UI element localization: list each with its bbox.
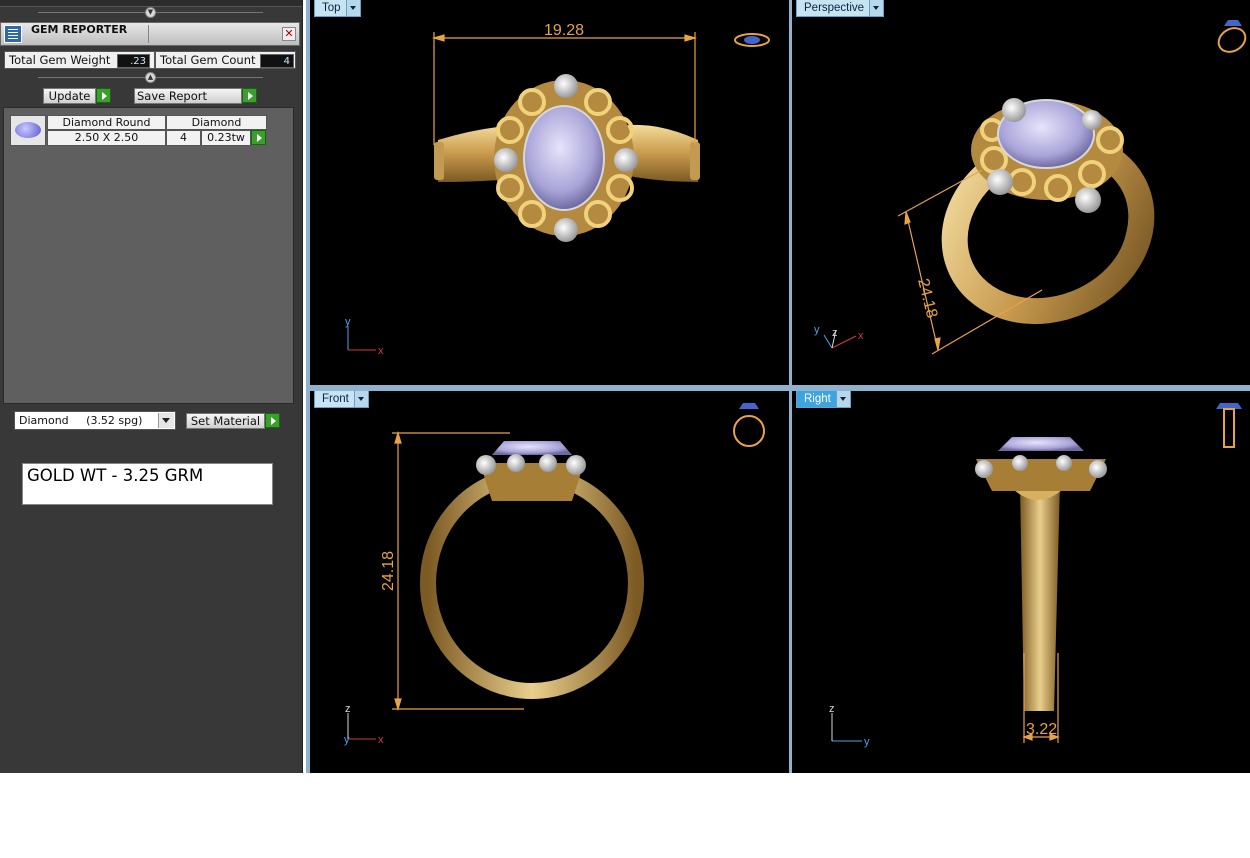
side-diamond [1075,187,1101,213]
viewport-tab-top[interactable]: Top [314,0,361,17]
axis-z-label: z [829,703,835,715]
right-dimension-label: 3.22 [1026,721,1057,738]
view-cube-icon[interactable] [733,415,765,447]
panel-title: GEM REPORTER [31,23,128,36]
save-report-run-icon[interactable] [242,88,257,103]
axis-y-label: y [344,734,350,746]
center-gem [492,441,572,455]
viewport-tab-right[interactable]: Right [796,391,851,408]
set-material-run-icon[interactable] [265,413,280,428]
side-diamond [1056,455,1072,471]
side-diamond [975,460,993,478]
center-gem [523,105,605,211]
titlebar-divider [148,25,149,43]
collapse-up-icon[interactable]: ▲ [145,72,156,83]
viewport-title: Top [322,2,341,14]
top-view-canvas: 19.28 x y [345,22,770,357]
side-diamond [1002,98,1026,122]
chevron-down-icon[interactable] [353,391,368,407]
collapse-down-icon[interactable]: ▼ [145,7,156,18]
viewport-tab-perspective[interactable]: Perspective [796,0,885,17]
side-diamond [554,74,578,98]
save-report-button[interactable]: Save Report [134,88,242,104]
view-cube-icon[interactable] [1214,20,1249,57]
gem-row-run-icon[interactable] [251,130,266,145]
halo-setting [976,459,1106,491]
side-diamond [554,218,578,242]
front-dimension-label: 24.18 [380,551,397,591]
perspective-view-canvas: 24.18 x y z [814,20,1249,355]
gem-name-cell: Diamond Round [47,115,166,130]
panel-top-strip [0,0,302,7]
chevron-down-icon[interactable] [835,391,850,407]
chevron-down-icon[interactable] [869,0,884,16]
front-view-canvas: 24.18 x y z [344,403,765,746]
side-diamond [476,455,496,475]
axis-x-label: x [858,330,864,342]
axis-x-label: x [378,345,384,357]
viewport-top[interactable]: 19.28 x y Top [310,0,789,385]
set-material-button[interactable]: Set Material [186,413,265,429]
material-select-value: Diamond (3.52 spg) [19,414,143,427]
perspective-dimension-label: 24.18 [914,277,940,320]
viewport-area: 19.28 x y Top 24.18 x y z Perspective 24… [306,0,1250,773]
gold-weight-note: GOLD WT - 3.25 GRM [22,463,273,505]
side-diamond [614,148,638,172]
axis-z-label: z [345,703,351,715]
axis-z-label: z [832,327,838,339]
right-view-canvas: 3.22 y z [829,403,1242,748]
gem-material-cell: Diamond [166,115,267,130]
gem-list [3,107,294,404]
side-diamond [987,169,1013,195]
panel-titlebar: GEM REPORTER ✕ [0,22,300,46]
center-gem [998,437,1084,451]
gem-weight-cell: 0.23tw [201,130,251,146]
material-select[interactable]: Diamond (3.52 spg) [14,411,176,430]
viewport-title: Perspective [804,2,865,14]
axis-y-label: y [814,324,820,336]
side-diamond [1012,455,1028,471]
chevron-down-icon[interactable] [158,413,174,428]
side-diamond [566,455,586,475]
side-diamond [1089,460,1107,478]
viewport-perspective[interactable]: 24.18 x y z Perspective [792,0,1250,385]
side-diamond [539,454,557,472]
gem-count-cell: 4 [166,130,201,146]
report-icon [4,25,22,43]
side-diamond [507,454,525,472]
axis-x-label: x [378,734,384,746]
update-run-icon[interactable] [96,88,111,103]
oval-gem-icon[interactable] [10,115,46,146]
ring-shank [1020,483,1060,711]
top-dimension-label: 19.28 [544,22,584,39]
total-gem-count-value: 4 [260,54,294,68]
axis-y-label: y [864,736,870,748]
side-diamond [494,148,518,172]
axis-y-label: y [345,316,351,328]
chevron-down-icon[interactable] [345,0,360,16]
side-diamond [1082,110,1102,130]
viewport-title: Front [322,393,349,405]
viewport-title: Right [804,393,831,405]
viewport-front[interactable]: 24.18 x y z Front [310,391,789,773]
total-gem-weight-value: .23 [117,54,150,68]
viewport-tab-front[interactable]: Front [314,391,369,408]
close-icon[interactable]: ✕ [282,27,296,41]
view-cube-icon[interactable] [1216,403,1242,448]
gem-reporter-panel: ▼ GEM REPORTER ✕ Total Gem Weight .23 To… [0,0,303,773]
ring-band [420,467,644,699]
gem-size-cell: 2.50 X 2.50 [47,130,166,146]
update-button[interactable]: Update [43,88,96,104]
viewport-right[interactable]: 3.22 y z Right [792,391,1250,773]
